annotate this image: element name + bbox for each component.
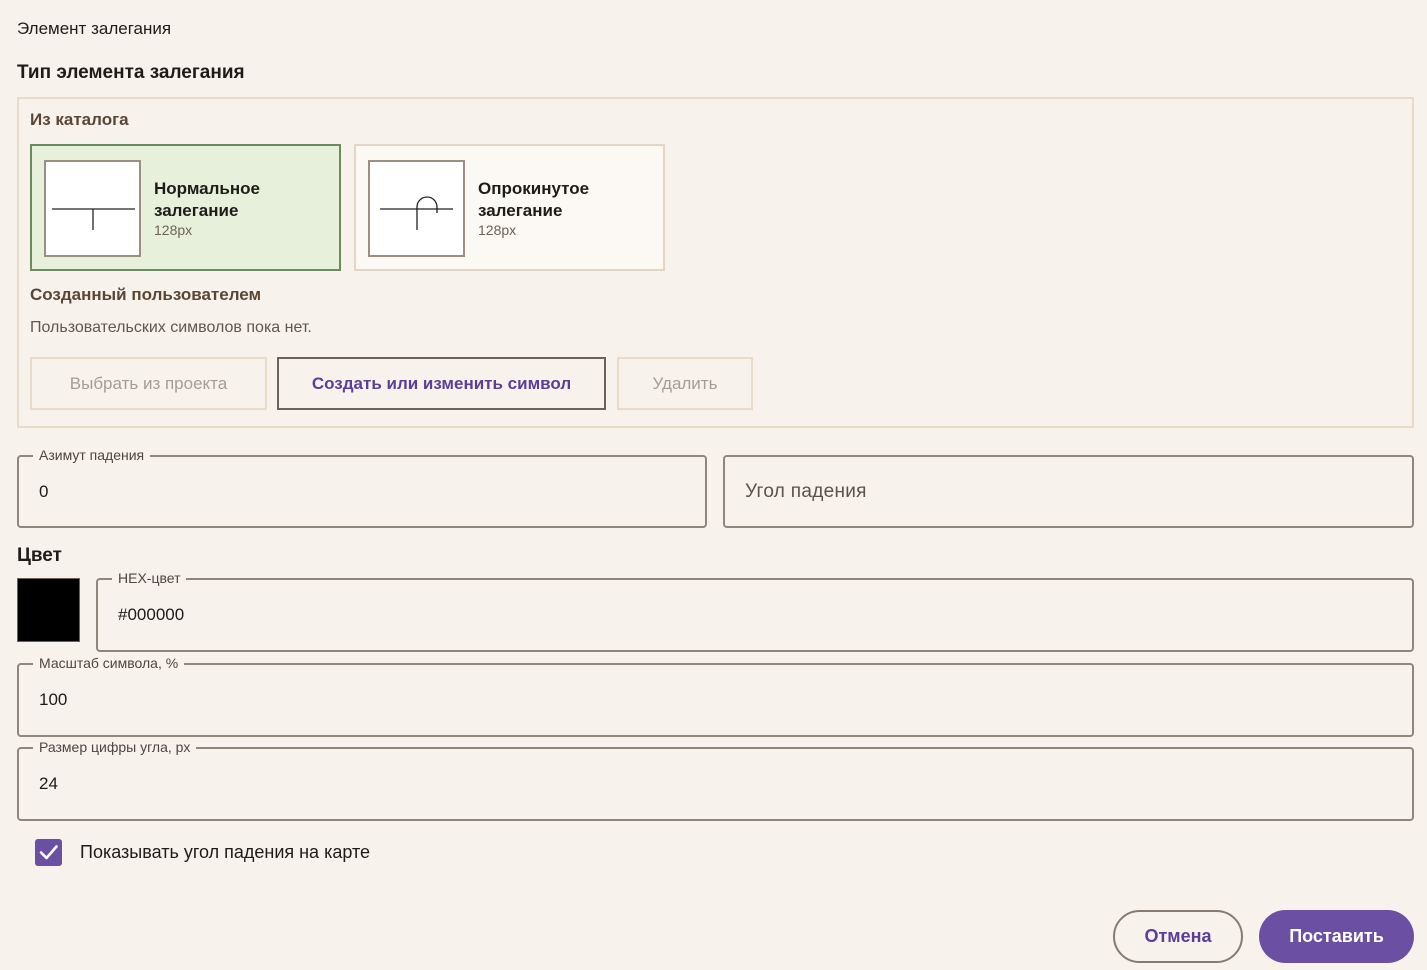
custom-symbols-label: Созданный пользователем <box>30 285 262 304</box>
show-dip-angle-label[interactable]: Показывать угол падения на карте <box>80 842 370 863</box>
catalog-label: Из каталога <box>30 110 129 129</box>
pick-from-project-button[interactable]: Выбрать из проекта <box>30 357 267 410</box>
symbol-card-size: 128px <box>154 222 193 238</box>
cancel-button[interactable]: Отмена <box>1113 910 1243 963</box>
custom-symbols-empty-text: Пользовательских символов пока нет. <box>30 319 312 336</box>
create-or-edit-symbol-button[interactable]: Создать или изменить символ <box>277 357 606 410</box>
overturned-strike-symbol-icon <box>368 160 465 257</box>
color-swatch[interactable] <box>17 578 80 642</box>
symbol-card-name: Опрокинутое залегание <box>478 179 590 220</box>
symbol-card-size: 128px <box>478 222 517 238</box>
delete-symbol-button[interactable]: Удалить <box>617 357 753 410</box>
angle-font-size-value: 24 <box>39 774 58 793</box>
place-button[interactable]: Поставить <box>1259 910 1414 963</box>
dip-azimuth-label: Азимут падения <box>33 446 151 464</box>
symbol-card-inverted[interactable]: Опрокинутое залегание 128px <box>354 144 665 271</box>
hex-color-value: #000000 <box>118 605 185 624</box>
symbol-scale-field[interactable]: Масштаб символа, % 100 <box>17 654 1414 737</box>
dialog-title: Элемент залегания <box>17 19 172 38</box>
show-dip-angle-checkbox[interactable] <box>35 839 62 866</box>
hex-color-field[interactable]: HEX-цвет #000000 <box>96 569 1414 652</box>
normal-strike-symbol-icon <box>44 160 141 257</box>
symbol-scale-value: 100 <box>39 690 68 709</box>
checkmark-icon <box>39 845 58 860</box>
dip-angle-placeholder: Угол падения <box>745 480 867 502</box>
dip-azimuth-value: 0 <box>39 481 49 501</box>
symbol-card-normal[interactable]: Нормальное залегание 128px <box>30 144 341 271</box>
symbol-card-name: Нормальное залегание <box>154 179 260 220</box>
dip-azimuth-field[interactable]: Азимут падения 0 <box>17 446 707 528</box>
angle-font-size-field[interactable]: Размер цифры угла, px 24 <box>17 738 1414 821</box>
dip-angle-field[interactable]: Угол падения <box>723 455 1414 528</box>
color-section-title: Цвет <box>17 545 62 566</box>
type-section-title: Тип элемента залегания <box>17 62 245 83</box>
